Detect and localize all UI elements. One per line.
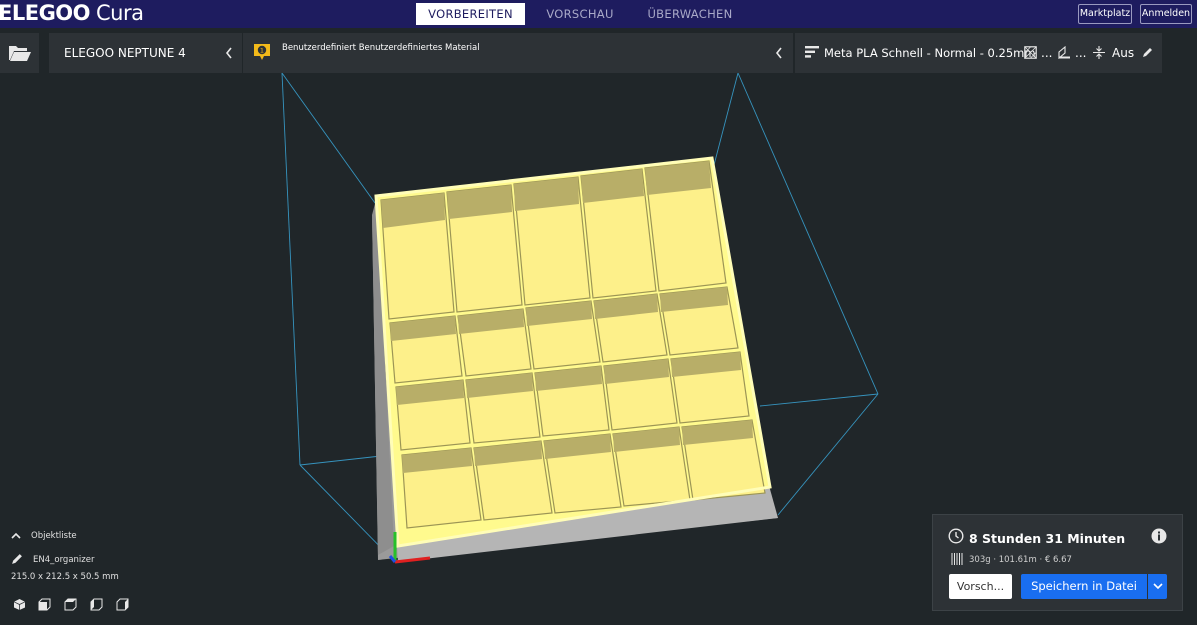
support-icon [1024, 46, 1037, 59]
pencil-icon [1143, 48, 1152, 57]
view-front-icon[interactable] [38, 598, 51, 611]
folder-open-icon [9, 46, 31, 61]
info-icon[interactable] [1151, 528, 1167, 544]
profile-label: Meta PLA Schnell - Normal - 0.25mm [824, 46, 1036, 60]
chevron-left-icon [775, 47, 782, 59]
printer-selector[interactable]: ELEGOO NEPTUNE 4 [49, 33, 242, 73]
view-3d-icon[interactable] [13, 598, 26, 611]
view-right-icon[interactable] [116, 598, 129, 611]
material-selector[interactable]: 1 Benutzerdefiniert Benutzerdefiniertes … [243, 33, 793, 73]
warning-badge-icon: 1 [254, 44, 270, 60]
printer-name: ELEGOO NEPTUNE 4 [64, 46, 186, 60]
print-settings-selector[interactable]: Meta PLA Schnell - Normal - 0.25mm ... .… [795, 33, 1162, 73]
view-left-icon[interactable] [90, 598, 103, 611]
open-file-button[interactable] [0, 33, 39, 73]
chevron-down-icon [1153, 583, 1163, 590]
support-value: ... [1041, 46, 1053, 60]
clock-icon [948, 528, 964, 544]
toolbar: ELEGOO NEPTUNE 4 1 Benutzerdefiniert Ben… [0, 33, 1162, 73]
adhesion-value: ... [1075, 46, 1087, 60]
object-list-title: Objektliste [31, 531, 77, 541]
profile-settings-icon [805, 46, 819, 58]
save-to-file-button[interactable]: Speichern in Datei [1021, 574, 1147, 599]
organizer-model[interactable] [372, 156, 778, 562]
pencil-icon [12, 554, 22, 564]
save-options-dropdown[interactable] [1148, 574, 1167, 599]
infill-value: Aus [1112, 46, 1135, 60]
infill-icon [1093, 46, 1105, 59]
filament-spool-icon [951, 553, 963, 565]
adhesion-icon [1058, 46, 1070, 59]
view-top-icon[interactable] [64, 598, 77, 611]
object-name: EN4_organizer [33, 555, 95, 565]
object-dimensions: 215.0 x 212.5 x 50.5 mm [11, 572, 119, 582]
print-stats: 303g · 101.61m · € 6.67 [969, 555, 1072, 565]
material-label: Benutzerdefiniert Benutzerdefiniertes Ma… [282, 43, 480, 53]
print-time: 8 Stunden 31 Minuten [969, 531, 1126, 546]
preview-button[interactable]: Vorsch... [949, 574, 1012, 599]
chevron-left-icon [225, 47, 232, 59]
chevron-up-icon [11, 532, 21, 539]
print-info-panel: 8 Stunden 31 Minuten 303g · 101.61m · € … [932, 514, 1183, 611]
warning-badge-count: 1 [260, 47, 264, 55]
